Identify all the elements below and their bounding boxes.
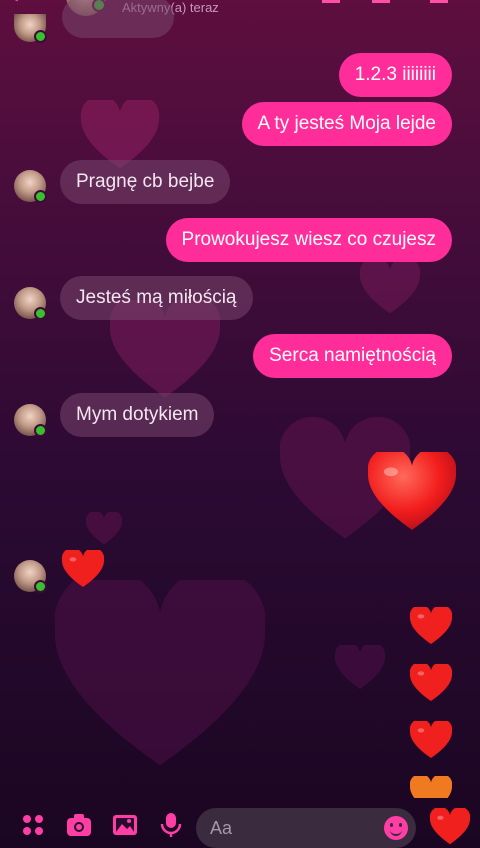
background-heart-decoration <box>360 260 420 315</box>
message-composer: Aa <box>0 800 480 848</box>
message-bubble-outgoing[interactable]: Prowokujesz wiesz co czujesz <box>165 218 452 262</box>
heart-emoji-message[interactable] <box>410 721 452 759</box>
heart-emoji-message[interactable] <box>62 550 104 588</box>
message-bubble-incoming[interactable]: Pragnę cb bejbe <box>60 160 231 204</box>
call-icon[interactable] <box>322 0 340 3</box>
microphone-icon[interactable] <box>158 812 184 838</box>
heart-emoji-message[interactable] <box>410 664 452 702</box>
message-bubble-outgoing[interactable]: Serca namiętnością <box>253 334 452 378</box>
message-bubble-incoming[interactable]: Jesteś mą miłością <box>60 276 253 320</box>
contact-avatar[interactable] <box>14 14 47 43</box>
gallery-icon[interactable] <box>112 812 138 838</box>
online-indicator <box>34 30 47 43</box>
online-indicator <box>34 190 47 203</box>
online-indicator <box>34 424 47 437</box>
message-input-placeholder: Aa <box>210 818 233 838</box>
heart-emoji-message[interactable] <box>410 607 452 645</box>
message-input[interactable]: Aa <box>196 808 416 848</box>
menu-dots-icon[interactable] <box>20 812 46 838</box>
info-icon[interactable] <box>430 0 448 3</box>
background-heart-decoration <box>335 645 385 690</box>
emoji-icon[interactable] <box>384 816 408 840</box>
background-heart-decoration <box>86 512 122 546</box>
background-heart-decoration <box>55 580 265 770</box>
online-indicator <box>34 580 47 593</box>
contact-avatar[interactable] <box>14 560 47 593</box>
contact-avatar[interactable] <box>14 170 47 203</box>
message-bubble-incoming[interactable]: Mym dotykiem <box>60 393 215 437</box>
message-bubble-outgoing[interactable]: A ty jesteś Moja lejde <box>241 102 452 146</box>
back-arrow-icon[interactable]: < <box>6 0 19 7</box>
online-indicator <box>34 307 47 320</box>
contact-avatar[interactable] <box>14 287 47 320</box>
message-bubble-outgoing[interactable]: 1.2.3 iiiiiiii <box>338 53 452 97</box>
message-bubble-incoming[interactable] <box>62 0 174 38</box>
heart-like-icon[interactable] <box>430 808 470 846</box>
contact-avatar[interactable] <box>14 404 47 437</box>
heart-emoji-message[interactable] <box>410 776 452 798</box>
camera-icon[interactable] <box>66 812 92 838</box>
video-call-icon[interactable] <box>372 0 390 3</box>
heart-emoji-message[interactable] <box>368 452 456 532</box>
